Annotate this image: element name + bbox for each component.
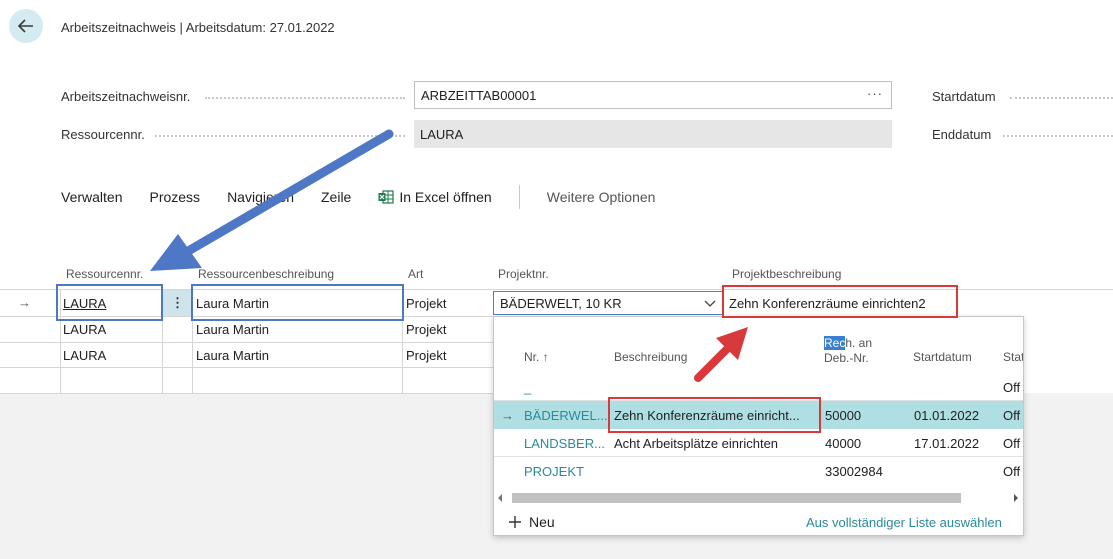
field-label-timesheet-no: Arbeitszeitnachweisnr. bbox=[61, 89, 191, 104]
grid-line bbox=[0, 367, 493, 368]
field-label-resource-no: Ressourcennr. bbox=[61, 127, 145, 142]
new-button[interactable]: Neu bbox=[508, 514, 555, 530]
lookup-col-deb-highlight: Rec bbox=[824, 336, 846, 350]
plus-icon bbox=[509, 516, 521, 528]
project-no-value: BÄDERWELT, 10 KR bbox=[500, 295, 622, 311]
lookup-row-deb: 33002984 bbox=[825, 464, 883, 479]
page-title: Arbeitszeitnachweis | Arbeitsdatum: 27.0… bbox=[61, 20, 335, 35]
field-leader-dots bbox=[205, 97, 405, 99]
resource-no-field: LAURA bbox=[414, 120, 892, 148]
horizontal-scrollbar[interactable] bbox=[506, 491, 1012, 505]
new-button-label: Neu bbox=[529, 514, 555, 530]
row-arrow-icon: → bbox=[501, 408, 514, 423]
row-arrow-icon: → bbox=[18, 295, 31, 310]
timesheet-no-field[interactable]: ARBZEITTAB00001 ··· bbox=[414, 81, 892, 109]
annotation-box-red bbox=[608, 397, 821, 433]
row-type[interactable]: Projekt bbox=[406, 322, 446, 337]
row-actions-menu[interactable]: ⋮ bbox=[163, 290, 192, 316]
grid-line bbox=[0, 342, 493, 343]
col-header-resource-no[interactable]: Ressourcennr. bbox=[66, 267, 143, 281]
lookup-row-deb: 50000 bbox=[825, 408, 862, 423]
row-resource-no[interactable]: LAURA bbox=[63, 348, 106, 363]
action-bar: Verwalten Prozess Navigieren Zeile In Ex… bbox=[61, 185, 682, 209]
project-no-lookup-input[interactable]: BÄDERWELT, 10 KR bbox=[493, 291, 723, 315]
select-from-full-list-link[interactable]: Aus vollständiger Liste auswählen bbox=[806, 515, 1002, 530]
col-header-project-desc[interactable]: Projektbeschreibung bbox=[732, 267, 841, 281]
field-leader-dots bbox=[1003, 135, 1113, 137]
action-manage[interactable]: Verwalten bbox=[61, 189, 122, 205]
action-more-options[interactable]: Weitere Optionen bbox=[547, 189, 656, 205]
lookup-row-start: 17.01.2022 bbox=[914, 436, 980, 451]
row-resource-desc[interactable]: Laura Martin bbox=[196, 348, 269, 363]
field-label-start-date: Startdatum bbox=[932, 89, 996, 104]
lookup-row-status: Off bbox=[1003, 436, 1021, 451]
col-header-type[interactable]: Art bbox=[408, 267, 423, 281]
lookup-row-deb: 40000 bbox=[825, 436, 862, 451]
lookup-row[interactable]: PROJEKT 33002984 Off bbox=[494, 457, 1023, 485]
col-header-resource-desc[interactable]: Ressourcenbeschreibung bbox=[198, 267, 334, 281]
lookup-col-deb-line1[interactable]: Rech. an bbox=[824, 336, 872, 350]
lookup-col-start[interactable]: Startdatum bbox=[913, 350, 972, 364]
lookup-row-nr[interactable]: _ bbox=[524, 380, 531, 395]
row-resource-no[interactable]: LAURA bbox=[63, 322, 106, 337]
lookup-row-nr[interactable]: LANDSBER... bbox=[524, 436, 605, 451]
lookup-col-nr[interactable]: Nr. ↑ bbox=[524, 350, 549, 364]
lookup-row-nr[interactable]: PROJEKT bbox=[524, 464, 584, 479]
field-leader-dots bbox=[1010, 97, 1113, 99]
lookup-row-desc: Acht Arbeitsplätze einrichten bbox=[614, 436, 779, 451]
action-process[interactable]: Prozess bbox=[149, 189, 200, 205]
lookup-row-status: Off bbox=[1003, 380, 1021, 395]
action-open-in-excel-label: In Excel öffnen bbox=[399, 189, 492, 205]
field-label-end-date: Enddatum bbox=[932, 127, 992, 142]
back-button[interactable] bbox=[9, 9, 43, 43]
timesheet-no-value: ARBZEITTAB00001 bbox=[421, 87, 537, 103]
annotation-box-blue bbox=[56, 284, 163, 321]
row-resource-desc[interactable]: Laura Martin bbox=[196, 322, 269, 337]
field-leader-dots bbox=[155, 135, 405, 137]
action-navigate[interactable]: Navigieren bbox=[227, 189, 294, 205]
row-type[interactable]: Projekt bbox=[406, 296, 446, 311]
row-type[interactable]: Projekt bbox=[406, 348, 446, 363]
annotation-box-blue bbox=[191, 284, 404, 321]
action-open-in-excel[interactable]: In Excel öffnen bbox=[378, 189, 492, 205]
lookup-row-nr[interactable]: BÄDERWEL... bbox=[524, 408, 608, 423]
lookup-col-desc[interactable]: Beschreibung bbox=[614, 350, 687, 364]
action-line[interactable]: Zeile bbox=[321, 189, 351, 205]
lookup-row-start: 01.01.2022 bbox=[914, 408, 980, 423]
annotation-box-red bbox=[722, 285, 958, 318]
assist-edit-button[interactable]: ··· bbox=[867, 86, 883, 101]
lookup-col-deb-line2: Deb.-Nr. bbox=[824, 351, 869, 365]
annotation-arrowhead-blue bbox=[150, 234, 202, 271]
scroll-right-icon[interactable] bbox=[1012, 491, 1020, 506]
lookup-row-status: Off bbox=[1003, 464, 1021, 479]
lookup-col-status[interactable]: Stat bbox=[1003, 350, 1023, 364]
lookup-col-deb-rest: h. an bbox=[845, 336, 873, 350]
chevron-down-icon[interactable] bbox=[704, 300, 716, 308]
action-separator bbox=[518, 185, 520, 209]
excel-icon bbox=[378, 190, 394, 204]
grid-line bbox=[0, 393, 493, 394]
scrollbar-thumb[interactable] bbox=[512, 493, 961, 503]
back-arrow-icon bbox=[18, 19, 33, 33]
lookup-row[interactable]: LANDSBER... Acht Arbeitsplätze einrichte… bbox=[494, 429, 1023, 457]
lookup-row-status: Off bbox=[1003, 408, 1021, 423]
scroll-left-icon[interactable] bbox=[496, 491, 504, 506]
col-header-project-no[interactable]: Projektnr. bbox=[498, 267, 549, 281]
